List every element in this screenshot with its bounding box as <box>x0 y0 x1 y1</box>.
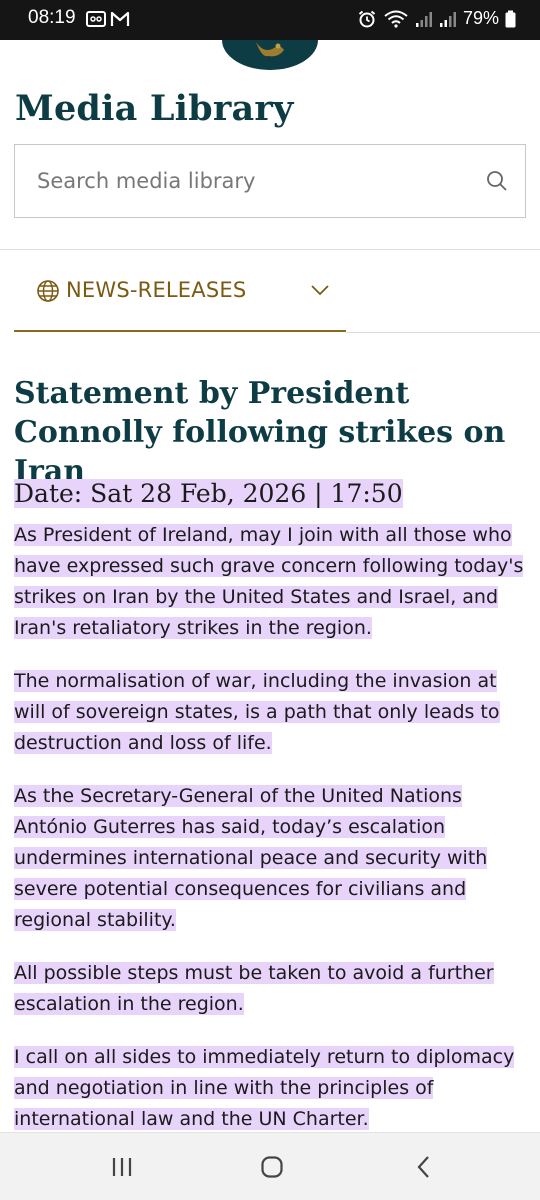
paragraph-text: All possible steps must be taken to avoi… <box>14 962 494 1015</box>
site-logo[interactable] <box>222 40 318 70</box>
search-box[interactable] <box>14 144 526 218</box>
alarm-icon <box>358 10 376 27</box>
signal-icon-2 <box>439 11 456 27</box>
back-icon <box>417 1156 429 1178</box>
paragraph-text: I call on all sides to immediately retur… <box>14 1046 515 1130</box>
home-icon <box>261 1156 283 1178</box>
paragraph-text: As the Secretary-General of the United N… <box>14 785 488 931</box>
paragraph-text: As President of Ireland, may I join with… <box>14 524 524 639</box>
paragraph-text: The normalisation of war, including the … <box>14 670 500 754</box>
gmail-icon <box>110 11 130 26</box>
article-date: Date: Sat 28 Feb, 2026 | 17:50 <box>14 476 403 512</box>
battery-icon <box>505 10 516 27</box>
article-paragraph: I call on all sides to immediately retur… <box>14 1042 530 1135</box>
article-paragraph: As the Secretary-General of the United N… <box>14 781 530 936</box>
status-right: 79% <box>357 8 516 29</box>
home-button[interactable] <box>252 1153 292 1181</box>
signal-icon-1 <box>415 11 432 27</box>
divider <box>346 332 540 333</box>
system-nav-bar <box>0 1132 540 1200</box>
article-paragraph: All possible steps must be taken to avoi… <box>14 958 530 1020</box>
recent-apps-icon <box>112 1158 132 1176</box>
search-icon[interactable] <box>485 169 509 193</box>
article-title: Statement by President Connolly followin… <box>14 376 506 489</box>
status-bar: 08:19 79% <box>0 0 540 40</box>
wifi-icon <box>384 10 408 28</box>
back-button[interactable] <box>404 1153 444 1181</box>
battery-percent: 79% <box>462 8 499 28</box>
search-input[interactable] <box>37 165 457 197</box>
article-body: As President of Ireland, may I join with… <box>14 520 530 1157</box>
recent-apps-button[interactable] <box>102 1153 142 1181</box>
voicemail-icon <box>86 11 106 27</box>
article-paragraph: The normalisation of war, including the … <box>14 666 530 759</box>
status-time: 08:19 <box>28 7 76 28</box>
divider <box>0 249 540 250</box>
page-title: Media Library <box>15 88 294 129</box>
article-paragraph: As President of Ireland, may I join with… <box>14 520 530 644</box>
article-date-text: Date: Sat 28 Feb, 2026 | 17:50 <box>14 479 403 508</box>
chevron-down-icon <box>311 285 329 296</box>
globe-icon <box>37 280 59 302</box>
category-dropdown[interactable]: NEWS-RELEASES <box>14 252 346 332</box>
category-label: NEWS-RELEASES <box>66 278 247 302</box>
